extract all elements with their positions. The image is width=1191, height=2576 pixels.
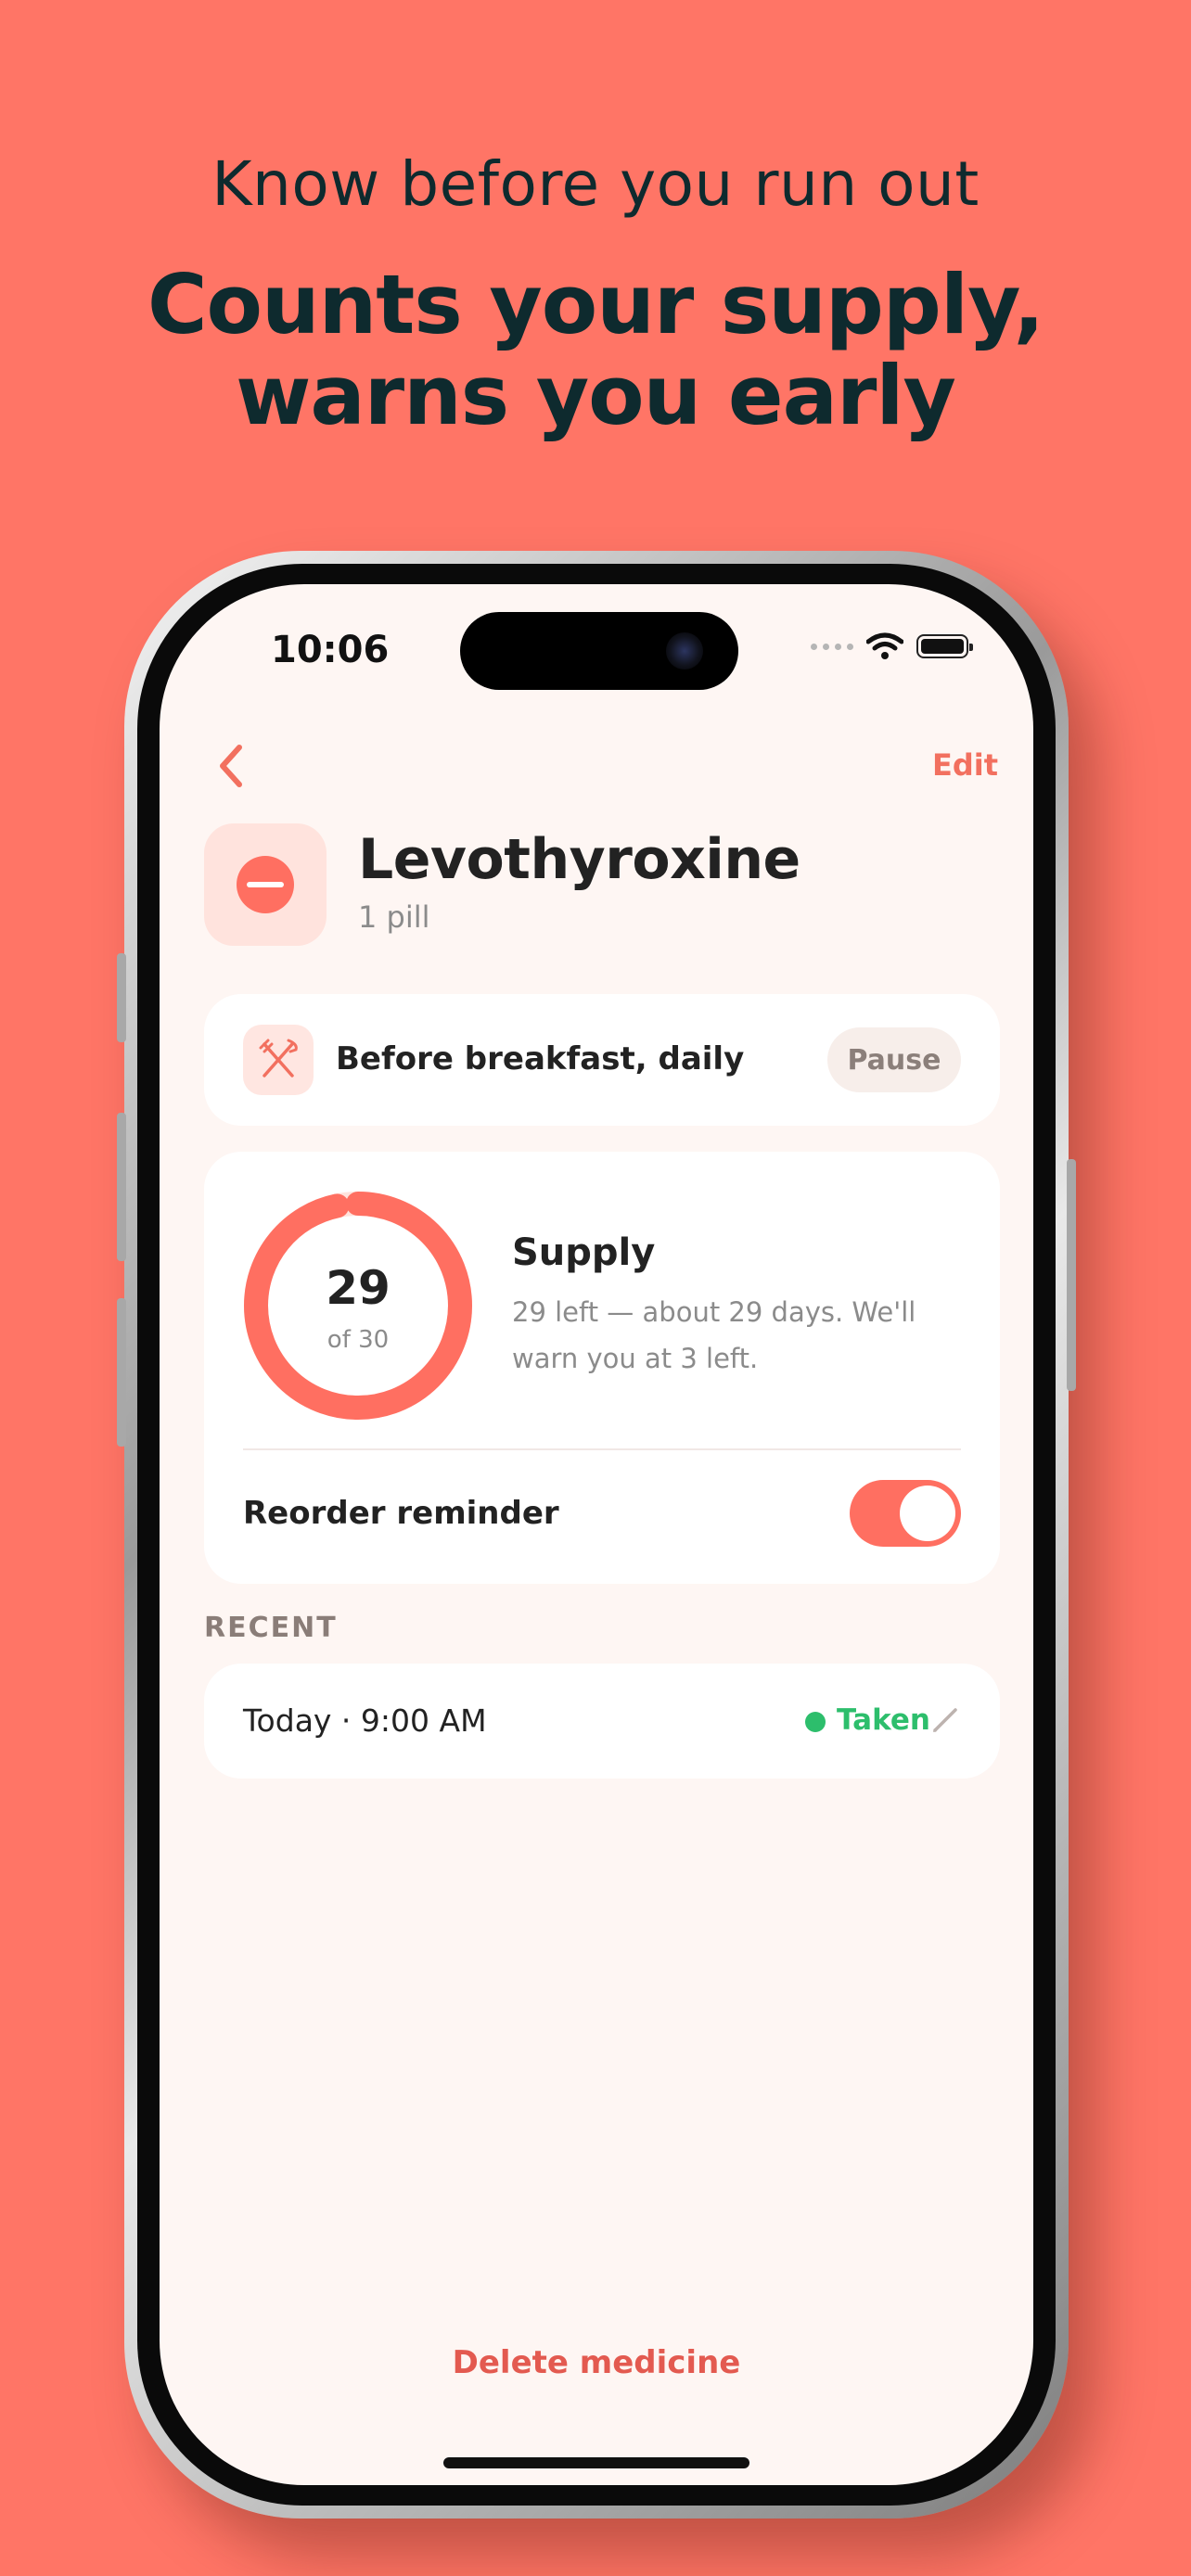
schedule-card: Before breakfast, daily Pause xyxy=(204,994,1000,1126)
volume-down-button xyxy=(117,1298,126,1447)
supply-card: 29 of 30 Supply 29 left — about 29 days.… xyxy=(204,1152,1000,1584)
back-chevron-icon[interactable] xyxy=(211,740,252,792)
medicine-name: Levothyroxine xyxy=(358,827,800,892)
recent-entry-time: Today · 9:00 AM xyxy=(243,1702,487,1739)
recent-entry-row[interactable]: Today · 9:00 AM Taken xyxy=(204,1664,1000,1779)
cellular-icon xyxy=(811,643,853,650)
pill-icon xyxy=(237,856,294,913)
supply-title: Supply xyxy=(512,1231,656,1274)
medicine-dose: 1 pill xyxy=(358,899,430,935)
fork-knife-icon xyxy=(259,1039,298,1078)
schedule-icon-tile xyxy=(243,1025,314,1095)
status-time: 10:06 xyxy=(271,629,390,671)
delete-medicine-button[interactable]: Delete medicine xyxy=(160,2344,1033,2381)
promo-subtitle: Know before you run out xyxy=(211,148,980,220)
status-icons xyxy=(811,632,973,660)
home-indicator[interactable] xyxy=(443,2457,749,2468)
promo-headline-line2: warns you early xyxy=(236,348,956,443)
toggle-knob xyxy=(900,1486,955,1541)
edit-button[interactable]: Edit xyxy=(932,747,998,783)
battery-icon xyxy=(916,634,973,658)
camera-icon xyxy=(666,632,703,670)
supply-remaining-count: 29 xyxy=(326,1261,391,1315)
reorder-reminder-label: Reorder reminder xyxy=(243,1495,559,1532)
promo-headline-line1: Counts your supply, xyxy=(147,257,1044,352)
divider xyxy=(243,1448,961,1450)
dynamic-island xyxy=(460,612,738,690)
recent-section-label: RECENT xyxy=(204,1612,338,1644)
promo-headline: Counts your supply, warns you early xyxy=(0,260,1191,441)
wifi-icon xyxy=(866,632,903,659)
volume-up-button xyxy=(117,1113,126,1261)
medicine-icon-tile xyxy=(204,823,327,946)
taken-status-dot xyxy=(805,1712,826,1732)
supply-total-label: of 30 xyxy=(327,1326,390,1354)
schedule-label: Before breakfast, daily xyxy=(336,1040,745,1078)
phone-screen: 10:06 Edit Levothyroxine 1 pill Before b… xyxy=(160,584,1033,2485)
reorder-reminder-toggle[interactable] xyxy=(850,1480,961,1547)
pencil-icon[interactable] xyxy=(929,1704,961,1736)
power-button xyxy=(1067,1159,1076,1391)
action-button xyxy=(117,953,126,1042)
taken-status-label: Taken xyxy=(837,1703,930,1737)
supply-description: 29 left — about 29 days. We'll warn you … xyxy=(512,1296,916,1374)
pause-button[interactable]: Pause xyxy=(827,1027,961,1092)
